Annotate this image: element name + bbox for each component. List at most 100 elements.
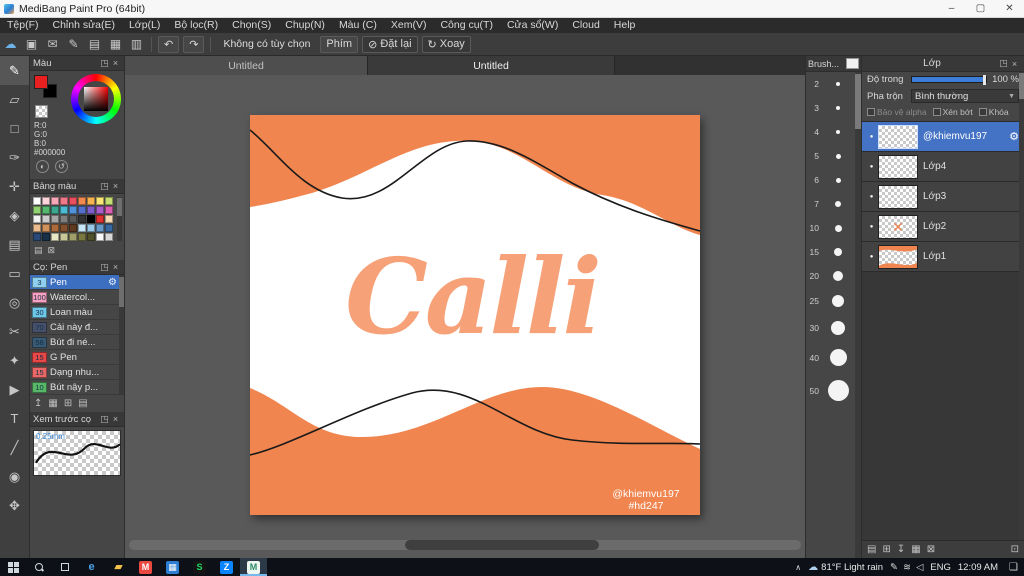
palette-swatch[interactable] bbox=[60, 206, 68, 214]
menu-item[interactable]: Chụp(N) bbox=[278, 18, 332, 33]
palette-swatch[interactable] bbox=[105, 215, 113, 223]
palette-swatch[interactable] bbox=[51, 224, 59, 232]
foreground-color-swatch[interactable] bbox=[34, 75, 48, 89]
brush-item[interactable]: 100 Watercol... bbox=[30, 290, 119, 305]
palette-swatch[interactable] bbox=[78, 215, 86, 223]
notification-center-icon[interactable]: ❑ bbox=[1005, 562, 1018, 573]
brush-size-item[interactable]: 25 bbox=[806, 288, 855, 314]
menu-item[interactable]: Lớp(L) bbox=[122, 18, 167, 33]
close-button[interactable]: ✕ bbox=[995, 0, 1024, 17]
add-color-icon[interactable]: ▤ bbox=[34, 245, 43, 256]
brush-tool[interactable]: ✑ bbox=[0, 143, 29, 172]
layer-visibility-dot[interactable]: ● bbox=[865, 164, 878, 170]
layer-row[interactable]: ● @khiemvu197 ⚙ bbox=[862, 122, 1024, 152]
eyedropper-tool[interactable]: ◉ bbox=[0, 462, 29, 491]
palette-swatch[interactable] bbox=[51, 206, 59, 214]
text-tool[interactable]: T bbox=[0, 404, 29, 433]
comment-icon[interactable]: ✉ bbox=[42, 37, 63, 51]
protect-alpha-checkbox[interactable]: Bảo vệ alpha bbox=[867, 107, 927, 117]
brush-size-item[interactable]: 5 bbox=[806, 144, 855, 168]
network-icon[interactable]: ≋ bbox=[903, 562, 911, 573]
brush-size-item[interactable]: 30 bbox=[806, 314, 855, 342]
clipping-checkbox[interactable]: Xén bớt bbox=[932, 107, 973, 117]
saturation-value-picker[interactable] bbox=[84, 87, 108, 111]
brush-size-item[interactable]: 10 bbox=[806, 216, 855, 240]
brush-item[interactable]: 15 Dạng nhu... bbox=[30, 365, 119, 380]
palette-swatch[interactable] bbox=[51, 233, 59, 241]
palette-swatch[interactable] bbox=[69, 224, 77, 232]
task-view-button[interactable] bbox=[52, 558, 78, 576]
transparent-color-swatch[interactable] bbox=[35, 105, 48, 118]
language-indicator[interactable]: ENG bbox=[930, 562, 951, 573]
close-icon[interactable]: × bbox=[110, 58, 121, 68]
reset-view-button[interactable]: ⊘ Đặt lại bbox=[362, 35, 418, 53]
palette-swatch[interactable] bbox=[87, 233, 95, 241]
select-tool[interactable]: ▭ bbox=[0, 259, 29, 288]
menu-item[interactable]: Chỉnh sửa(E) bbox=[46, 18, 122, 33]
grid-icon[interactable]: ▦ bbox=[105, 37, 126, 51]
merge-layer-icon[interactable]: ↧ bbox=[897, 544, 905, 555]
palette-swatch[interactable] bbox=[60, 197, 68, 205]
ellipse-select-tool[interactable]: ◎ bbox=[0, 288, 29, 317]
palette-swatch[interactable] bbox=[105, 224, 113, 232]
minimize-button[interactable]: – bbox=[937, 0, 966, 17]
palette-swatch[interactable] bbox=[51, 215, 59, 223]
layer-row[interactable]: ● Lớp4 bbox=[862, 152, 1024, 182]
brush-size-item[interactable]: 50 bbox=[806, 373, 855, 408]
menu-item[interactable]: Help bbox=[607, 18, 643, 33]
canvas-viewport[interactable]: Calli @khiemvu197 #hd247 bbox=[125, 75, 805, 558]
palette-swatch[interactable] bbox=[42, 206, 50, 214]
brush-item[interactable]: 58 Bút đi né... bbox=[30, 335, 119, 350]
palette-swatch[interactable] bbox=[87, 215, 95, 223]
menu-item[interactable]: Tệp(F) bbox=[0, 18, 46, 33]
palette-swatch[interactable] bbox=[96, 224, 104, 232]
brush-size-item[interactable]: 15 bbox=[806, 240, 855, 264]
palette-swatch[interactable] bbox=[87, 206, 95, 214]
weather-widget[interactable]: ☁ 81°F Light rain bbox=[808, 562, 883, 573]
close-icon[interactable]: × bbox=[110, 262, 121, 272]
clock[interactable]: 12:09 AM bbox=[958, 562, 998, 573]
canvas[interactable]: Calli @khiemvu197 #hd247 bbox=[249, 115, 701, 515]
maximize-button[interactable]: ▢ bbox=[966, 0, 995, 17]
palette-swatch[interactable] bbox=[78, 206, 86, 214]
palette-swatch[interactable] bbox=[60, 215, 68, 223]
popout-icon[interactable]: ◳ bbox=[998, 58, 1009, 69]
palette-swatch[interactable] bbox=[33, 197, 41, 205]
taskbar-app-spotify[interactable]: S bbox=[186, 558, 213, 576]
brush-size-item[interactable]: 6 bbox=[806, 168, 855, 192]
blend-mode-dropdown[interactable]: Bình thường ▼ bbox=[911, 89, 1019, 103]
layer-folder-icon[interactable]: ▦ bbox=[911, 544, 920, 555]
palette-swatch[interactable] bbox=[96, 206, 104, 214]
horizontal-scrollbar[interactable] bbox=[129, 540, 801, 550]
color-mode-icon[interactable]: ◐ bbox=[36, 160, 49, 173]
palette-swatch[interactable] bbox=[33, 206, 41, 214]
document-icon[interactable]: ▤ bbox=[84, 37, 105, 51]
fill-tool[interactable]: ◈ bbox=[0, 201, 29, 230]
magic-wand-tool[interactable]: ✦ bbox=[0, 346, 29, 375]
palette-swatch[interactable] bbox=[42, 233, 50, 241]
keys-button[interactable]: Phím bbox=[320, 35, 359, 53]
brush-item[interactable]: 10 Bút nậy p... bbox=[30, 380, 119, 395]
palette-swatch[interactable] bbox=[96, 197, 104, 205]
palette-swatch[interactable] bbox=[105, 197, 113, 205]
popout-icon[interactable]: ◳ bbox=[99, 181, 110, 192]
palette-swatch[interactable] bbox=[33, 215, 41, 223]
menu-item[interactable]: Bộ lọc(R) bbox=[167, 18, 225, 33]
color-reset-icon[interactable]: ↺ bbox=[55, 160, 68, 173]
delete-color-icon[interactable]: ⊠ bbox=[48, 245, 56, 256]
palette-swatch[interactable] bbox=[69, 215, 77, 223]
palette-swatch[interactable] bbox=[60, 224, 68, 232]
palette-swatch[interactable] bbox=[78, 233, 86, 241]
palette-swatch[interactable] bbox=[33, 224, 41, 232]
layer-row[interactable]: ● Lớp1 bbox=[862, 242, 1024, 272]
layer-visibility-dot[interactable]: ● bbox=[865, 254, 878, 260]
taskbar-app-zalo[interactable]: Z bbox=[213, 558, 240, 576]
layer-visibility-dot[interactable]: ● bbox=[865, 224, 878, 230]
brush-size-item[interactable]: 2 bbox=[806, 72, 855, 96]
brush-settings-gear-icon[interactable]: ⚙ bbox=[108, 277, 119, 288]
redo-button[interactable]: ↷ bbox=[183, 35, 205, 53]
menu-item[interactable]: Cloud bbox=[565, 18, 606, 33]
menu-item[interactable]: Màu (C) bbox=[332, 18, 384, 33]
brush-item[interactable]: 30 Loan màu bbox=[30, 305, 119, 320]
palette-swatch[interactable] bbox=[78, 224, 86, 232]
